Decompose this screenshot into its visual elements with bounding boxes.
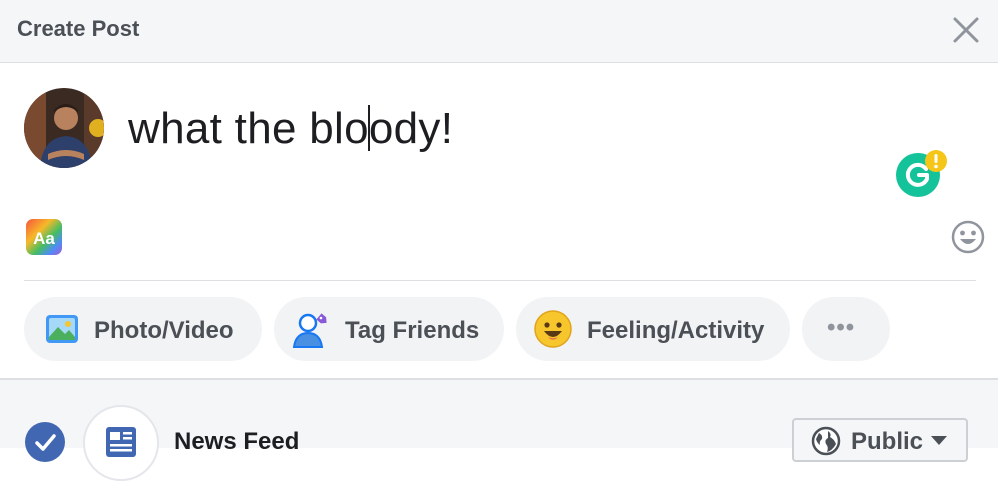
privacy-label: Public bbox=[851, 428, 924, 455]
composer: what the bloody! Aa Photo/Video Tag Frie… bbox=[0, 63, 998, 379]
photo-icon bbox=[46, 315, 78, 343]
globe-icon bbox=[811, 426, 841, 456]
grammarly-button[interactable] bbox=[896, 149, 948, 197]
text-format-icon: Aa bbox=[26, 219, 62, 255]
svg-text:Aa: Aa bbox=[33, 229, 55, 248]
grammarly-icon bbox=[896, 150, 947, 197]
emoji-button[interactable] bbox=[950, 219, 986, 255]
tag-friends-label: Tag Friends bbox=[345, 317, 480, 344]
close-button[interactable] bbox=[950, 14, 982, 46]
dropdown-arrow-icon bbox=[931, 436, 947, 445]
news-feed-avatar bbox=[83, 405, 159, 481]
smiley-icon bbox=[951, 220, 985, 254]
news-feed-label: News Feed bbox=[174, 428, 300, 455]
photo-video-button[interactable]: Photo/Video bbox=[24, 297, 262, 361]
photo-video-label: Photo/Video bbox=[94, 317, 234, 344]
text-format-button[interactable]: Aa bbox=[24, 217, 64, 257]
more-dots-icon: ••• bbox=[827, 314, 856, 341]
privacy-selector[interactable]: Public bbox=[792, 418, 968, 462]
avatar-photo bbox=[24, 88, 104, 168]
more-options-button[interactable]: ••• bbox=[802, 297, 890, 361]
avatar[interactable] bbox=[24, 88, 104, 168]
post-text-after-caret: ody! bbox=[368, 104, 454, 153]
news-feed-checkbox[interactable] bbox=[25, 422, 65, 462]
composer-divider bbox=[24, 280, 976, 281]
close-icon bbox=[953, 17, 979, 43]
audience-section: News Feed Public bbox=[0, 380, 998, 481]
feeling-icon bbox=[534, 310, 572, 348]
post-text-input[interactable]: what the bloody! bbox=[128, 104, 453, 154]
news-feed-icon bbox=[106, 427, 136, 457]
feeling-activity-label: Feeling/Activity bbox=[587, 317, 765, 344]
post-text-before-caret: what the blo bbox=[128, 104, 369, 153]
checkmark-icon bbox=[35, 434, 56, 451]
dialog-header: Create Post bbox=[0, 0, 998, 63]
tag-friends-button[interactable]: Tag Friends bbox=[274, 297, 504, 361]
dialog-title: Create Post bbox=[17, 16, 140, 41]
feeling-activity-button[interactable]: Feeling/Activity bbox=[516, 297, 790, 361]
tag-friends-icon bbox=[292, 313, 327, 348]
